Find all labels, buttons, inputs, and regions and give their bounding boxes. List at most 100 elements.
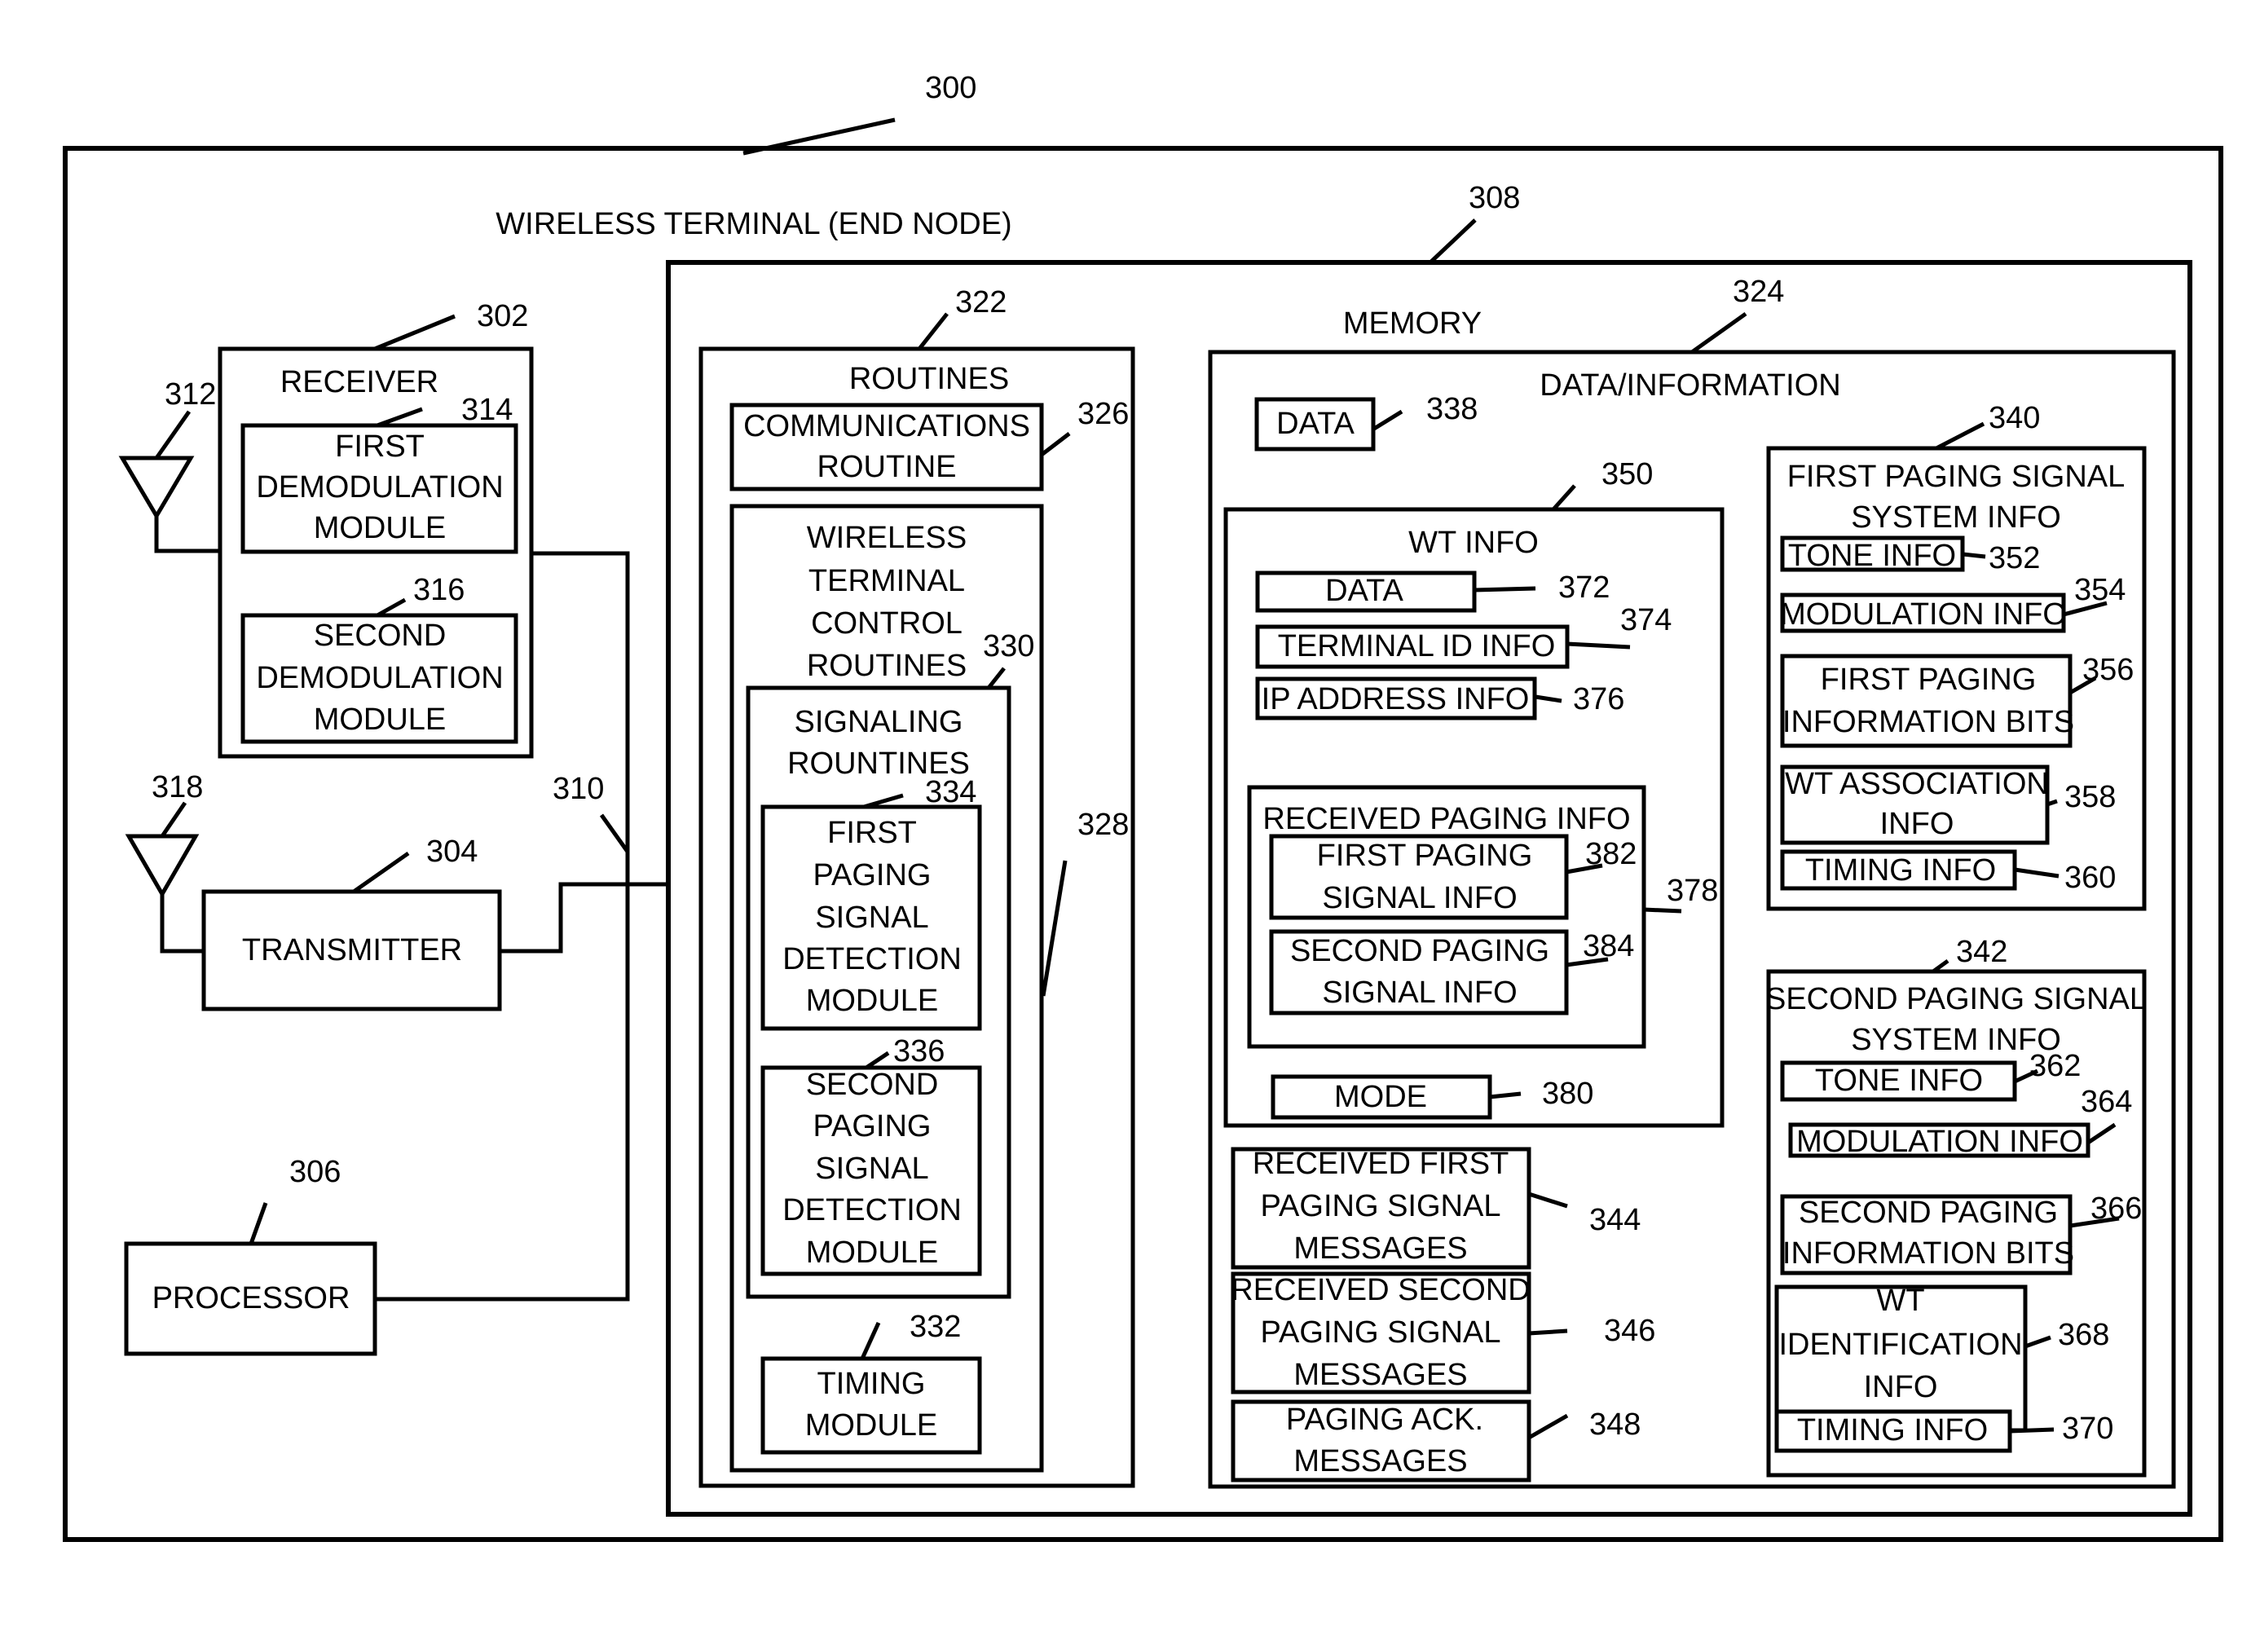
- ref-364: 364: [2081, 1085, 2132, 1119]
- timing-module-line-1: TIMING: [817, 1367, 926, 1401]
- received-paging-info-label: RECEIVED PAGING INFO: [1262, 802, 1630, 836]
- spib-line-1: SECOND PAGING: [1799, 1196, 2058, 1230]
- ref-338: 338: [1426, 392, 1478, 426]
- ref-332: 332: [910, 1310, 961, 1344]
- wt-info-label: WT INFO: [1408, 526, 1539, 560]
- sps-timing-info-label: TIMING INFO: [1797, 1413, 1988, 1447]
- fpib-line-1: FIRST PAGING: [1821, 663, 2037, 697]
- leader-312: [154, 410, 192, 460]
- ref-328: 328: [1077, 808, 1129, 842]
- ref-376: 376: [1573, 682, 1624, 716]
- ref-350: 350: [1601, 457, 1653, 491]
- wt-ident-line-2: IDENTIFICATION: [1778, 1328, 2022, 1362]
- wt-control-line-1: WIRELESS: [807, 521, 967, 555]
- msg-348-line-1: PAGING ACK.: [1286, 1403, 1483, 1437]
- first-demod-line-2: DEMODULATION: [256, 470, 503, 504]
- leader-378: [1643, 907, 1682, 914]
- ref-312: 312: [165, 377, 216, 412]
- leader-310: [599, 813, 630, 853]
- leader-304: [352, 851, 410, 894]
- routines-label: ROUTINES: [849, 362, 1009, 396]
- signaling-line-1: SIGNALING: [795, 705, 963, 739]
- tx-antenna-wire: [160, 894, 204, 954]
- ref-348: 348: [1589, 1408, 1641, 1442]
- leader-352: [1962, 552, 1986, 559]
- first-detect-line-2: PAGING: [813, 858, 932, 892]
- msg-344-line-1: RECEIVED FIRST: [1253, 1147, 1509, 1181]
- ref-310: 310: [553, 772, 604, 806]
- leader-346: [1528, 1328, 1568, 1336]
- second-detect-line-3: SIGNAL: [815, 1152, 928, 1186]
- ref-336: 336: [893, 1034, 945, 1068]
- wt-control-line-2: TERMINAL: [808, 564, 965, 598]
- leader-306: [249, 1202, 268, 1245]
- ref-378: 378: [1667, 874, 1718, 908]
- msg-344-line-2: PAGING SIGNAL: [1261, 1189, 1501, 1223]
- ref-302: 302: [477, 299, 528, 333]
- first-paging-signal-info-line-1: FIRST PAGING: [1317, 839, 1533, 873]
- ip-address-info-label: IP ADDRESS INFO: [1262, 682, 1530, 716]
- ref-322: 322: [955, 285, 1007, 319]
- ref-318: 318: [152, 770, 203, 804]
- comm-routine-line-1: COMMUNICATIONS: [743, 409, 1030, 443]
- rx-antenna-wire: [154, 516, 220, 553]
- figure-title: WIRELESS TERMINAL (END NODE): [496, 207, 1011, 241]
- ref-352: 352: [1989, 541, 2040, 575]
- leader-370: [2009, 1427, 2055, 1434]
- first-detect-line-4: DETECTION: [782, 942, 962, 976]
- timing-module-line-2: MODULE: [805, 1408, 938, 1443]
- first-demod-line-3: MODULE: [314, 511, 447, 545]
- ref-304: 304: [426, 835, 478, 869]
- ref-342: 342: [1956, 935, 2007, 969]
- second-demod-line-1: SECOND: [314, 619, 447, 653]
- fps-tone-info-label: TONE INFO: [1788, 539, 1956, 573]
- second-detect-line-4: DETECTION: [782, 1193, 962, 1227]
- leader-324: [1690, 311, 1747, 355]
- spib-line-2: INFORMATION BITS: [1782, 1236, 2074, 1271]
- ref-334: 334: [925, 775, 976, 809]
- msg-346-line-1: RECEIVED SECOND: [1231, 1273, 1530, 1307]
- ref-362: 362: [2029, 1049, 2081, 1083]
- fps-timing-info-label: TIMING INFO: [1805, 853, 1996, 888]
- ref-382: 382: [1585, 837, 1637, 871]
- ref-306: 306: [289, 1155, 341, 1189]
- memory-label: MEMORY: [1343, 306, 1482, 341]
- terminal-id-info-label: TERMINAL ID INFO: [1278, 629, 1556, 663]
- ref-316: 316: [413, 573, 465, 607]
- wt-ident-line-3: INFO: [1864, 1370, 1938, 1404]
- wt-data-372-label: DATA: [1325, 574, 1403, 608]
- sps-modulation-info-label: MODULATION INFO: [1796, 1125, 2083, 1159]
- first-detect-line-1: FIRST: [827, 816, 917, 850]
- msg-346-line-2: PAGING SIGNAL: [1261, 1315, 1501, 1350]
- ref-356: 356: [2082, 653, 2134, 687]
- first-paging-signal-info-line-2: SIGNAL INFO: [1322, 881, 1517, 915]
- second-detect-line-5: MODULE: [806, 1236, 939, 1270]
- msg-344-line-3: MESSAGES: [1293, 1231, 1467, 1266]
- ref-346: 346: [1604, 1314, 1655, 1348]
- leader-372: [1474, 586, 1536, 593]
- ref-354: 354: [2074, 573, 2126, 607]
- second-detect-line-2: PAGING: [813, 1109, 932, 1143]
- msg-348-line-2: MESSAGES: [1293, 1444, 1467, 1478]
- msg-346-line-3: MESSAGES: [1293, 1358, 1467, 1392]
- block-diagram: 300 WIRELESS TERMINAL (END NODE) 312 318…: [63, 71, 2223, 1542]
- receiver-label: RECEIVER: [280, 365, 438, 399]
- fps-title-line-2: SYSTEM INFO: [1851, 500, 2061, 535]
- ref-366: 366: [2090, 1192, 2142, 1226]
- first-detect-line-3: SIGNAL: [815, 901, 928, 935]
- ref-358: 358: [2064, 780, 2116, 814]
- wt-assoc-line-1: WT ASSOCIATION: [1785, 767, 2049, 801]
- receive-antenna-icon: [118, 456, 195, 520]
- first-detect-line-5: MODULE: [806, 984, 939, 1018]
- wt-ident-line-1: WT: [1876, 1284, 1924, 1318]
- processor-label: PROCESSOR: [152, 1281, 350, 1315]
- ref-326: 326: [1077, 397, 1129, 431]
- ref-384: 384: [1583, 929, 1634, 963]
- leader-318: [160, 801, 187, 838]
- leader-302: [374, 314, 456, 351]
- second-demod-line-2: DEMODULATION: [256, 661, 503, 695]
- ref-372: 372: [1558, 570, 1610, 605]
- ref-344: 344: [1589, 1203, 1641, 1237]
- first-demod-line-1: FIRST: [335, 430, 425, 464]
- leader-322: [918, 312, 949, 350]
